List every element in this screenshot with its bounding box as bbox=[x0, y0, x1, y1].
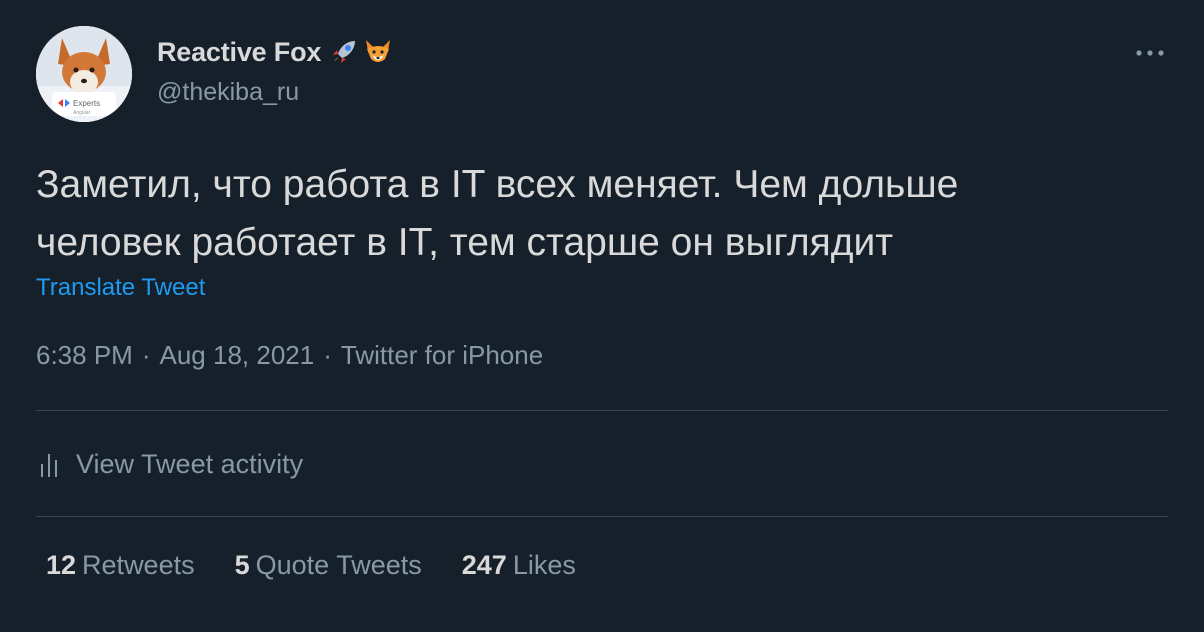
rocket-emoji-icon bbox=[329, 37, 359, 67]
tweet-text-line-1: Заметил, что работа в IT всех меняет. Че… bbox=[36, 163, 959, 206]
more-dots-icon bbox=[1136, 50, 1164, 56]
likes-count: 247 bbox=[461, 550, 507, 580]
user-handle[interactable]: @thekiba_ru bbox=[157, 78, 299, 107]
meta-separator: · bbox=[141, 340, 151, 370]
tweet-text: Заметил, что работа в IT всех меняет. Че… bbox=[36, 156, 1156, 272]
view-tweet-activity-label: View Tweet activity bbox=[76, 448, 304, 479]
retweets-label: Retweets bbox=[82, 550, 195, 580]
likes-stat[interactable]: 247 Likes bbox=[462, 550, 576, 581]
tweet-date[interactable]: Aug 18, 2021 bbox=[160, 340, 315, 371]
divider bbox=[36, 516, 1168, 517]
avatar[interactable]: Experts Angular bbox=[36, 26, 132, 122]
retweets-stat[interactable]: 12 Retweets bbox=[46, 550, 195, 581]
view-tweet-activity-button[interactable]: View Tweet activity bbox=[36, 444, 303, 484]
tweet-meta: 6:38 PM · Aug 18, 2021 · Twitter for iPh… bbox=[36, 340, 543, 371]
bar-chart-icon bbox=[41, 454, 57, 477]
display-name[interactable]: Reactive Fox bbox=[157, 37, 321, 68]
divider bbox=[36, 410, 1168, 411]
quote-tweets-label: Quote Tweets bbox=[255, 550, 422, 580]
translate-tweet-link[interactable]: Translate Tweet bbox=[36, 274, 205, 302]
tweet-text-line-2: человек работает в IT, тем старше он выг… bbox=[36, 221, 894, 264]
name-row: Reactive Fox bbox=[157, 32, 393, 72]
quote-tweets-stat[interactable]: 5 Quote Tweets bbox=[235, 550, 422, 581]
meta-separator: · bbox=[323, 340, 332, 370]
tweet-time[interactable]: 6:38 PM bbox=[36, 340, 133, 371]
more-options-button[interactable] bbox=[1130, 38, 1170, 68]
likes-label: Likes bbox=[512, 550, 576, 580]
retweets-count: 12 bbox=[46, 550, 77, 580]
avatar-badge-subtext: Angular bbox=[73, 110, 91, 116]
quote-tweets-count: 5 bbox=[234, 550, 250, 580]
tweet-detail: Experts Angular Reactive Fox @thekiba_ru… bbox=[0, 0, 1204, 632]
fox-emoji-icon bbox=[363, 37, 393, 67]
tweet-stats: 12 Retweets 5 Quote Tweets 247 Likes bbox=[46, 550, 616, 581]
tweet-source[interactable]: Twitter for iPhone bbox=[341, 340, 543, 371]
avatar-fox-photo: Experts Angular bbox=[36, 26, 132, 122]
avatar-badge-text: Experts bbox=[73, 99, 100, 108]
